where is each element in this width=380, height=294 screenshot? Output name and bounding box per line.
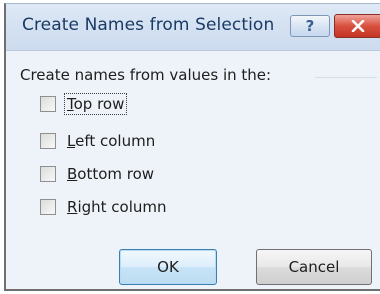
- question-mark-icon: ?: [305, 17, 315, 35]
- create-names-dialog: Create Names from Selection ? Create nam…: [4, 3, 380, 291]
- group-separator: [315, 77, 377, 78]
- title-bar[interactable]: Create Names from Selection ?: [6, 4, 380, 51]
- close-icon: [351, 20, 365, 32]
- bottom-row-mnemonic: B: [67, 165, 78, 183]
- close-button[interactable]: [334, 14, 380, 38]
- left-column-checkbox[interactable]: [40, 133, 56, 149]
- right-column-mnemonic: R: [67, 198, 78, 216]
- left-column-label[interactable]: Left column: [65, 131, 157, 151]
- right-column-label[interactable]: Right column: [65, 197, 169, 217]
- option-right-column[interactable]: Right column: [40, 195, 169, 219]
- top-row-checkbox[interactable]: [40, 96, 56, 112]
- option-left-column[interactable]: Left column: [40, 129, 157, 153]
- ok-button[interactable]: OK: [119, 249, 217, 285]
- bottom-row-text: ottom row: [77, 165, 155, 183]
- top-row-label[interactable]: Top row: [63, 93, 128, 115]
- dialog-title: Create Names from Selection: [22, 15, 275, 35]
- cancel-button[interactable]: Cancel: [256, 249, 372, 285]
- instruction-label: Create names from values in the:: [20, 66, 272, 84]
- right-column-text: ight column: [77, 198, 167, 216]
- left-column-text: eft column: [75, 132, 156, 150]
- top-row-mnemonic: T: [67, 95, 74, 113]
- option-bottom-row[interactable]: Bottom row: [40, 162, 156, 186]
- bottom-row-label[interactable]: Bottom row: [65, 164, 156, 184]
- help-button[interactable]: ?: [290, 15, 330, 37]
- bottom-row-checkbox[interactable]: [40, 166, 56, 182]
- right-column-checkbox[interactable]: [40, 199, 56, 215]
- option-top-row[interactable]: Top row: [40, 92, 128, 116]
- screenshot-frame: Create Names from Selection ? Create nam…: [0, 0, 380, 294]
- top-row-text: op row: [73, 95, 125, 113]
- left-column-mnemonic: L: [67, 132, 76, 150]
